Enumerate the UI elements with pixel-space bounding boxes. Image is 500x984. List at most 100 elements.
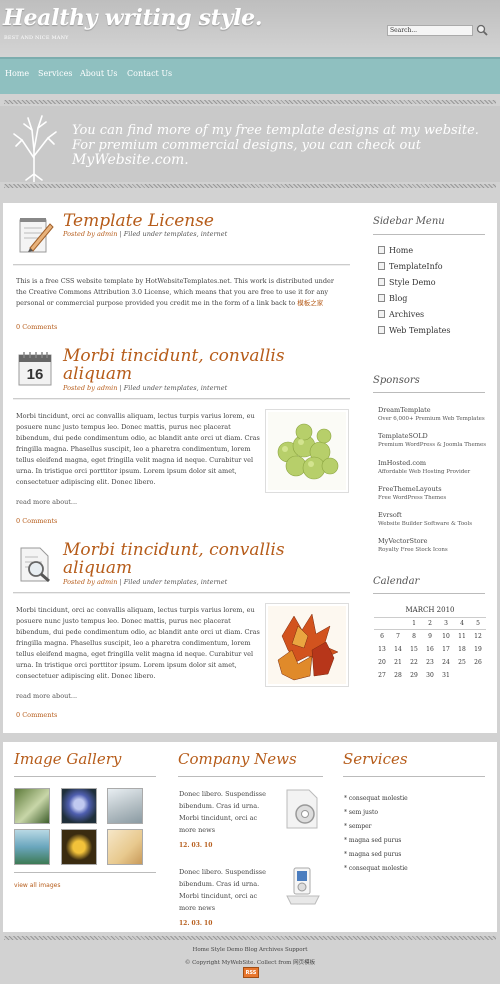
read-more-link[interactable]: read more about...: [16, 498, 77, 506]
service-item[interactable]: * semper: [344, 823, 372, 830]
view-all-images-link[interactable]: view all images: [14, 882, 60, 889]
grapes-image: [265, 409, 349, 493]
company-news-heading: Company News: [178, 750, 297, 768]
calendar-week: 20 21 22 23 24 25 26: [378, 659, 482, 666]
sidebar-item-style-demo[interactable]: Style Demo: [378, 278, 436, 287]
more-news-link[interactable]: more news: [179, 824, 279, 836]
read-more-link[interactable]: read more about...: [16, 692, 77, 700]
calendar-week: 13 14 15 16 17 18 19: [378, 646, 482, 653]
search-input[interactable]: Search...: [387, 25, 473, 36]
sponsor-item[interactable]: Evrsoft Website Builder Software & Tools: [378, 511, 472, 529]
svg-text:16: 16: [27, 366, 44, 383]
divider: [343, 776, 485, 777]
divider: [14, 872, 156, 873]
post-body: Morbi tincidunt, orci ac convallis aliqu…: [16, 412, 260, 486]
sponsor-item[interactable]: FreeThemeLayouts Free WordPress Themes: [378, 485, 446, 503]
calendar-week: 12345: [374, 617, 486, 630]
divider: [4, 184, 496, 188]
page-icon: [378, 294, 385, 302]
sidebar-item-web-templates[interactable]: Web Templates: [378, 326, 451, 335]
comments-link[interactable]: 0 Comments: [16, 711, 57, 719]
nav-contact-us[interactable]: Contact Us: [127, 69, 172, 78]
body-link[interactable]: 模板之家: [297, 299, 323, 307]
sidebar-item-archives[interactable]: Archives: [378, 310, 424, 319]
post-body: Morbi tincidunt, orci ac convallis aliqu…: [16, 606, 260, 680]
post-title[interactable]: Morbi tincidunt, convallis aliquam: [63, 541, 285, 577]
media-player-icon: [286, 867, 320, 905]
rss-icon[interactable]: RSS: [243, 967, 259, 978]
tree-icon: [13, 115, 57, 182]
calendar-week: 27 28 29 30 31: [378, 672, 450, 679]
comments-link[interactable]: 0 Comments: [16, 323, 57, 331]
search-icon[interactable]: [476, 24, 488, 36]
service-item[interactable]: * sem justo: [344, 809, 378, 816]
divider: [4, 936, 496, 940]
divider: [4, 100, 496, 104]
sponsors-heading: Sponsors: [373, 375, 420, 386]
service-item[interactable]: * consequat molestie: [344, 795, 408, 802]
divider: [13, 398, 350, 400]
sponsor-item[interactable]: TemplateSOLD Premium WordPress & Joomla T…: [378, 432, 486, 450]
gallery-thumb[interactable]: [14, 829, 50, 865]
more-news-link[interactable]: more news: [179, 902, 279, 914]
news-item: Donec libero. Suspendisse bibendum. Cras…: [179, 788, 279, 852]
page-icon: [378, 262, 385, 270]
service-item[interactable]: * magna sed purus: [344, 851, 401, 858]
calendar-caption: MARCH 2010: [405, 606, 455, 614]
page-icon: [378, 278, 385, 286]
copyright: © Copyright MyWebSite. Collect from 网页模板: [184, 960, 316, 966]
divider: [178, 776, 323, 777]
sidebar-item-templateinfo[interactable]: TemplateInfo: [378, 262, 443, 271]
post-meta: Posted by admin | Filed under templates,…: [63, 384, 228, 392]
gear-document-icon: [286, 789, 318, 829]
divider: [373, 593, 485, 594]
main-nav: Home Services About Us Contact Us: [0, 57, 500, 94]
divider: [373, 392, 485, 393]
divider: [14, 776, 156, 777]
divider: [373, 234, 485, 235]
author-link[interactable]: admin: [97, 384, 117, 392]
sponsor-item[interactable]: ImHosted.com Affordable Web Hosting Provi…: [378, 459, 470, 477]
divider: [13, 264, 350, 266]
sponsor-item[interactable]: DreamTemplate Over 6,000+ Premium Web Tem…: [378, 406, 485, 424]
divider: [13, 592, 350, 594]
post-body: This is a free CSS website template by H…: [16, 277, 334, 307]
post-meta: Posted by admin | Filed under templates,…: [63, 230, 228, 238]
gallery-thumb[interactable]: [61, 829, 97, 865]
site-tagline: BEST AND NICE MANY: [4, 35, 69, 41]
author-link[interactable]: admin: [97, 230, 117, 238]
footer-links[interactable]: Home Style Demo Blog Archives Support: [0, 947, 500, 953]
page-icon: [378, 310, 385, 318]
calendar-icon: 16: [18, 352, 52, 386]
services-heading: Services: [343, 750, 408, 768]
page-icon: [378, 326, 385, 334]
gallery-thumb[interactable]: [107, 829, 143, 865]
sponsor-item[interactable]: MyVectorStore Royalty Free Stock Icons: [378, 537, 448, 555]
notepad-pencil-icon: [19, 218, 54, 253]
autumn-leaves-image: [265, 603, 349, 687]
sidebar-item-home[interactable]: Home: [378, 246, 413, 255]
nav-about-us[interactable]: About Us: [80, 69, 117, 78]
post-meta: Posted by admin | Filed under templates,…: [63, 578, 228, 586]
sidebar-menu-heading: Sidebar Menu: [373, 216, 445, 227]
nav-home[interactable]: Home: [5, 69, 29, 78]
banner-text: You can find more of my free template de…: [72, 123, 479, 168]
calendar-heading: Calendar: [373, 576, 420, 587]
nav-services[interactable]: Services: [38, 69, 72, 78]
calendar-week: 6 7 8 9 10 11 12: [380, 633, 482, 640]
gallery-heading: Image Gallery: [14, 750, 122, 768]
page-icon: [378, 246, 385, 254]
gallery-thumb[interactable]: [14, 788, 50, 824]
service-item[interactable]: * magna sed purus: [344, 837, 401, 844]
sidebar-item-blog[interactable]: Blog: [378, 294, 407, 303]
gallery-thumb[interactable]: [61, 788, 97, 824]
service-item[interactable]: * consequat molestie: [344, 865, 408, 872]
author-link[interactable]: admin: [97, 578, 117, 586]
post-title[interactable]: Morbi tincidunt, convallis aliquam: [63, 347, 285, 383]
news-item: Donec libero. Suspendisse bibendum. Cras…: [179, 866, 279, 930]
comments-link[interactable]: 0 Comments: [16, 517, 57, 525]
post-title[interactable]: Template License: [63, 212, 214, 230]
gallery-thumb[interactable]: [107, 788, 143, 824]
site-logo[interactable]: Healthy writing style.: [3, 5, 262, 31]
calendar-widget: MARCH 2010 12345 6 7 8 9 10 11 12 13 14 15 16 17 18…: [374, 606, 486, 682]
